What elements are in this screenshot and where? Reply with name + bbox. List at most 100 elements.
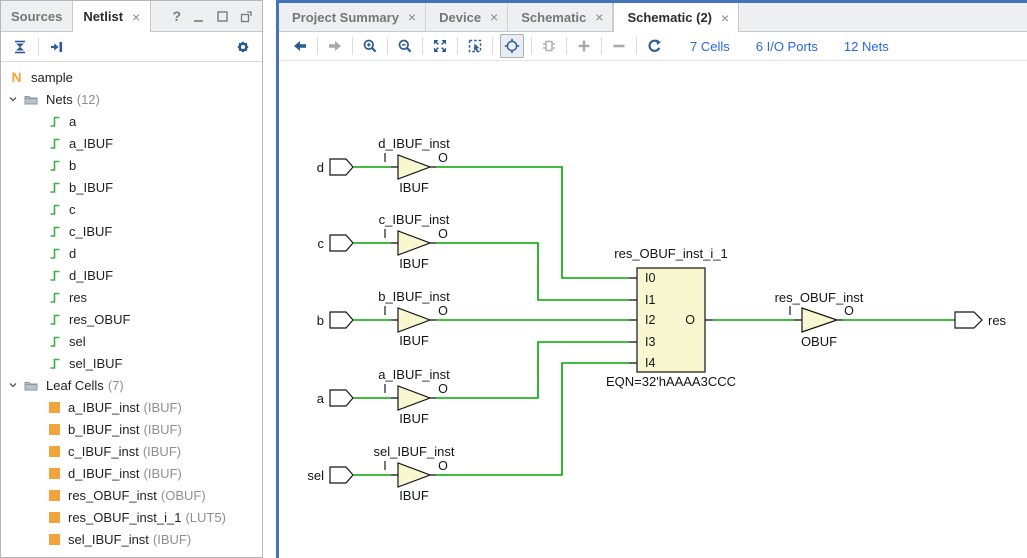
- ibuf-a-inst[interactable]: I O a_IBUF_inst IBUF: [353, 367, 450, 426]
- ibuf-c-inst[interactable]: I O c_IBUF_inst IBUF: [353, 212, 450, 271]
- ibuf-d-inst[interactable]: I O d_IBUF_inst IBUF: [353, 136, 450, 195]
- minimize-icon[interactable]: [192, 10, 205, 23]
- settings-gear-button[interactable]: [233, 37, 253, 57]
- chevron-down-icon[interactable]: [8, 380, 18, 390]
- output-port-res[interactable]: res: [955, 312, 1007, 328]
- tree-item-cell-sel-ibuf-inst[interactable]: sel_IBUF_inst(IBUF): [1, 528, 262, 550]
- tab-device[interactable]: Device ×: [426, 3, 508, 31]
- io-ports-link[interactable]: 6 I/O Ports: [756, 39, 818, 54]
- tree-item-net-b-ibuf[interactable]: b_IBUF: [1, 176, 262, 198]
- pin-label: O: [438, 382, 448, 396]
- toolbar-separator: [38, 38, 39, 56]
- cell-label: sel_IBUF_inst: [68, 532, 149, 547]
- tab-netlist-label: Netlist: [83, 9, 123, 24]
- tree-group-nets[interactable]: Nets (12): [1, 88, 262, 110]
- expand-scroll-to-icon: [49, 39, 65, 55]
- cell-label: c_IBUF_inst: [68, 444, 139, 459]
- lut-equation-label: EQN=32'hAAAA3CCC: [606, 374, 736, 389]
- cell-label: b_IBUF_inst: [68, 422, 140, 437]
- tab-project-summary[interactable]: Project Summary ×: [279, 3, 426, 31]
- autofit-selection-button[interactable]: [500, 34, 524, 58]
- expand-scroll-to-button[interactable]: [47, 37, 67, 57]
- wire-sel-ibuf[interactable]: [436, 363, 629, 475]
- help-icon[interactable]: ?: [172, 8, 181, 24]
- net-label: b_IBUF: [69, 180, 113, 195]
- tab-sources-label: Sources: [11, 9, 62, 24]
- input-port-a[interactable]: a: [317, 390, 353, 406]
- close-icon[interactable]: ×: [490, 10, 498, 24]
- input-port-c[interactable]: c: [318, 235, 354, 251]
- tree-item-net-sel-ibuf[interactable]: sel_IBUF: [1, 352, 262, 374]
- wire-d-ibuf[interactable]: [436, 167, 629, 278]
- tree-item-net-c[interactable]: c: [1, 198, 262, 220]
- leaf-cell-icon: [49, 468, 60, 479]
- zoom-fit-button[interactable]: [430, 36, 450, 56]
- toolbar-separator: [601, 37, 602, 55]
- tree-item-cell-d-ibuf-inst[interactable]: d_IBUF_inst(IBUF): [1, 462, 262, 484]
- cell-type: (IBUF): [144, 400, 182, 415]
- schematic-canvas[interactable]: d I O d_IBUF_inst IBUF c I: [279, 61, 1027, 558]
- tree-root-label: sample: [31, 70, 73, 85]
- tree-root-sample[interactable]: N sample: [1, 66, 262, 88]
- cells-link[interactable]: 7 Cells: [690, 39, 730, 54]
- chevron-down-icon[interactable]: [8, 94, 18, 104]
- collapse-cone-button[interactable]: [609, 36, 629, 56]
- pin-label: O: [844, 304, 854, 318]
- tree-item-net-c-ibuf[interactable]: c_IBUF: [1, 220, 262, 242]
- close-icon[interactable]: ×: [595, 10, 603, 24]
- back-icon: [292, 38, 308, 54]
- tree-item-cell-b-ibuf-inst[interactable]: b_IBUF_inst(IBUF): [1, 418, 262, 440]
- tab-schematic-2[interactable]: Schematic (2) ×: [613, 3, 739, 32]
- tree-item-cell-a-ibuf-inst[interactable]: a_IBUF_inst(IBUF): [1, 396, 262, 418]
- tree-item-net-b[interactable]: b: [1, 154, 262, 176]
- ibuf-sel-inst[interactable]: I O sel_IBUF_inst IBUF: [353, 444, 455, 503]
- close-icon[interactable]: ×: [408, 10, 416, 24]
- net-icon: [49, 290, 61, 304]
- add-cell-button[interactable]: [539, 36, 559, 56]
- close-icon[interactable]: ×: [721, 11, 729, 25]
- nets-link[interactable]: 12 Nets: [844, 39, 889, 54]
- pin-label: O: [685, 313, 695, 327]
- tree-item-net-a-ibuf[interactable]: a_IBUF: [1, 132, 262, 154]
- tree-item-net-sel[interactable]: sel: [1, 330, 262, 352]
- wire-c-ibuf[interactable]: [436, 243, 629, 300]
- tree-item-net-d-ibuf[interactable]: d_IBUF: [1, 264, 262, 286]
- input-port-sel[interactable]: sel: [307, 467, 353, 483]
- back-button[interactable]: [290, 36, 310, 56]
- tree-item-cell-res-obuf-inst-i-1[interactable]: res_OBUF_inst_i_1(LUT5): [1, 506, 262, 528]
- wire-a-ibuf[interactable]: [436, 342, 629, 398]
- tree-group-count: (12): [77, 92, 100, 107]
- collapse-all-button[interactable]: [10, 37, 30, 57]
- zoom-in-button[interactable]: [360, 36, 380, 56]
- lut5-res-obuf-inst-i-1[interactable]: I0 I1 I2 I3 I4 O res_OBUF_inst_i_1 EQN=3…: [606, 246, 736, 389]
- tree-item-net-res-obuf[interactable]: res_OBUF: [1, 308, 262, 330]
- zoom-in-icon: [362, 38, 378, 54]
- cell-type: (OBUF): [161, 488, 206, 503]
- tree-item-cell-res-obuf-inst[interactable]: res_OBUF_inst(OBUF): [1, 484, 262, 506]
- tree-group-leaf-cells[interactable]: Leaf Cells (7): [1, 374, 262, 396]
- zoom-out-button[interactable]: [395, 36, 415, 56]
- regenerate-button[interactable]: [644, 36, 664, 56]
- ibuf-b-inst[interactable]: I O b_IBUF_inst IBUF: [353, 289, 450, 348]
- instance-label: b_IBUF_inst: [378, 289, 450, 304]
- port-label: res: [988, 313, 1007, 328]
- tree-item-cell-c-ibuf-inst[interactable]: c_IBUF_inst(IBUF): [1, 440, 262, 462]
- toolbar-separator: [531, 37, 532, 55]
- tree-item-net-res[interactable]: res: [1, 286, 262, 308]
- forward-button[interactable]: [325, 36, 345, 56]
- input-port-b[interactable]: b: [317, 312, 353, 328]
- float-icon[interactable]: [240, 10, 253, 23]
- expand-cone-button[interactable]: [574, 36, 594, 56]
- tree-item-net-a[interactable]: a: [1, 110, 262, 132]
- input-port-d[interactable]: d: [317, 159, 353, 175]
- left-tab-bar: Sources Netlist × ?: [1, 1, 262, 32]
- tab-netlist[interactable]: Netlist ×: [72, 1, 151, 32]
- close-icon[interactable]: ×: [132, 10, 140, 24]
- cell-label: d_IBUF_inst: [68, 466, 140, 481]
- tab-sources[interactable]: Sources: [1, 1, 72, 31]
- zoom-to-selection-button[interactable]: [465, 36, 485, 56]
- maximize-icon[interactable]: [216, 10, 229, 23]
- tab-schematic[interactable]: Schematic ×: [508, 3, 613, 31]
- pin-label: I: [788, 304, 791, 318]
- tree-item-net-d[interactable]: d: [1, 242, 262, 264]
